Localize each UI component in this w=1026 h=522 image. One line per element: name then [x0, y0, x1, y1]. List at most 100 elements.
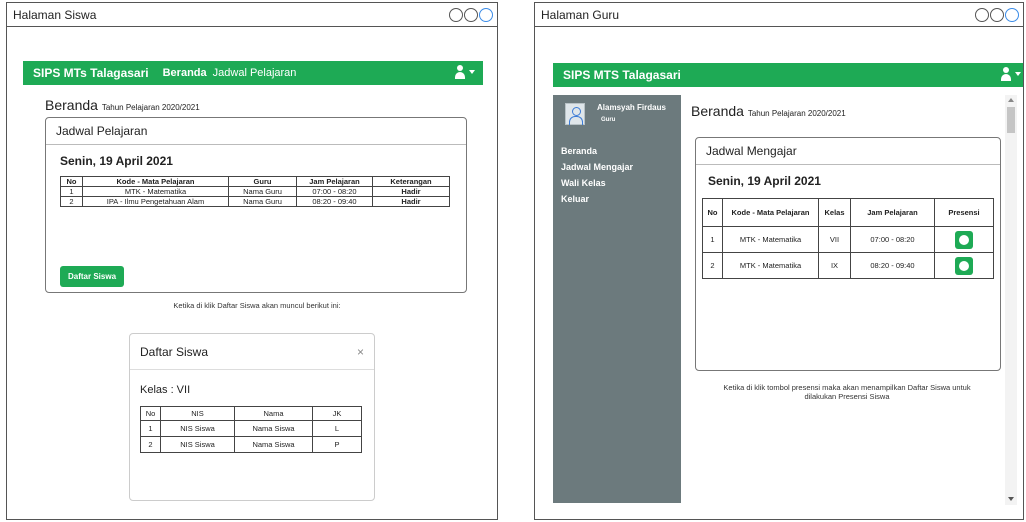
- page-title-text: Beranda: [691, 103, 744, 119]
- user-menu[interactable]: [454, 65, 475, 79]
- scrollbar[interactable]: [1005, 95, 1017, 505]
- nav-jadwal-pelajaran[interactable]: Jadwal Pelajaran: [213, 67, 297, 79]
- cell-jam: 07:00 - 08:20: [850, 226, 935, 253]
- cell-no: 2: [702, 252, 723, 279]
- page-subtitle: Tahun Pelajaran 2020/2021: [747, 109, 846, 118]
- card-title: Jadwal Pelajaran: [46, 118, 466, 145]
- guru-note: Ketika di klik tombol presensi maka akan…: [723, 383, 971, 401]
- cell-kelas: VII: [818, 226, 851, 253]
- daftar-siswa-button[interactable]: Daftar Siswa: [60, 266, 125, 287]
- avatar: [565, 103, 585, 125]
- scroll-thumb[interactable]: [1007, 107, 1015, 133]
- guru-titlebar: Halaman Guru: [535, 3, 1023, 27]
- cell-kode: MTK - Matematika: [722, 252, 819, 279]
- cell-no: 2: [140, 436, 161, 453]
- col-jam: Jam Pelajaran: [850, 198, 935, 227]
- cell-guru: Nama Guru: [228, 196, 297, 207]
- table-row: 2 IPA - Ilmu Pengetahuan Alam Nama Guru …: [60, 196, 450, 207]
- table-row: 1 MTK - Matematika VII 07:00 - 08:20: [702, 226, 994, 253]
- col-kode: Kode - Mata Pelajaran: [82, 176, 229, 187]
- col-jam: Jam Pelajaran: [296, 176, 373, 187]
- window-controls[interactable]: [974, 7, 1019, 22]
- brand[interactable]: SIPS MTs Talagasari: [33, 66, 149, 80]
- col-guru: Guru: [228, 176, 297, 187]
- sidebar: Alamsyah Firdaus Guru Beranda Jadwal Men…: [553, 95, 681, 503]
- siswa-window: Halaman Siswa SIPS MTs Talagasari Berand…: [6, 2, 498, 520]
- table-header-row: No NIS Nama JK: [140, 406, 362, 421]
- modal-header: Daftar Siswa ×: [130, 334, 374, 370]
- window-control-icon[interactable]: [975, 7, 989, 22]
- col-kelas: Kelas: [818, 198, 851, 227]
- sidebar-item-beranda[interactable]: Beranda: [561, 143, 633, 159]
- card-title: Jadwal Mengajar: [696, 138, 1000, 165]
- cell-no: 2: [60, 196, 83, 207]
- cell-nama: Nama Siswa: [234, 436, 313, 453]
- table-row: 1 MTK - Matematika Nama Guru 07:00 - 08:…: [60, 186, 450, 197]
- col-kode: Kode - Mata Pelajaran: [722, 198, 819, 227]
- cell-nis: NIS Siswa: [160, 420, 235, 437]
- guru-window: Halaman Guru SIPS MTS Talagasari Alamsya…: [534, 2, 1024, 520]
- nav-beranda[interactable]: Beranda: [163, 67, 207, 79]
- cell-jam: 08:20 - 09:40: [850, 252, 935, 279]
- cell-presensi: [934, 252, 994, 279]
- cell-presensi: [934, 226, 994, 253]
- table-header-row: No Kode - Mata Pelajaran Kelas Jam Pelaj…: [702, 198, 994, 227]
- user-menu[interactable]: [1000, 67, 1021, 81]
- sidebar-item-keluar[interactable]: Keluar: [561, 191, 633, 207]
- window-control-icon[interactable]: [479, 7, 493, 22]
- col-no: No: [60, 176, 83, 187]
- window-control-icon[interactable]: [990, 7, 1004, 22]
- window-control-icon[interactable]: [449, 7, 463, 22]
- table-row: 2 NIS Siswa Nama Siswa P: [140, 436, 362, 453]
- col-no: No: [702, 198, 723, 227]
- caret-down-icon: [469, 70, 475, 74]
- siswa-navbar: SIPS MTs Talagasari Beranda Jadwal Pelaj…: [23, 61, 483, 85]
- date-label: Senin, 19 April 2021: [708, 174, 821, 188]
- table-header-row: No Kode - Mata Pelajaran Guru Jam Pelaja…: [60, 176, 450, 187]
- sidebar-menu: Beranda Jadwal Mengajar Wali Kelas Kelua…: [553, 143, 633, 207]
- window-controls[interactable]: [448, 7, 493, 22]
- user-role: Guru: [601, 117, 616, 123]
- user-icon: [1000, 67, 1012, 81]
- user-name: Alamsyah Firdaus: [597, 103, 666, 112]
- caret-down-icon: [1015, 72, 1021, 76]
- cell-no: 1: [702, 226, 723, 253]
- col-jk: JK: [312, 406, 362, 421]
- cell-jk: P: [312, 436, 362, 453]
- date-label: Senin, 19 April 2021: [60, 154, 173, 168]
- cell-kode: MTK - Matematika: [722, 226, 819, 253]
- close-icon[interactable]: ×: [357, 345, 364, 359]
- siswa-titlebar: Halaman Siswa: [7, 3, 497, 27]
- scroll-down-icon[interactable]: [1008, 497, 1014, 501]
- sidebar-item-jadwal-mengajar[interactable]: Jadwal Mengajar: [561, 159, 633, 175]
- guru-navbar: SIPS MTS Talagasari: [553, 63, 1023, 87]
- siswa-note: Ketika di klik Daftar Siswa akan muncul …: [173, 301, 341, 310]
- circle-button-icon[interactable]: [955, 230, 973, 249]
- window-control-icon[interactable]: [1005, 7, 1019, 22]
- jadwal-mengajar-card: Jadwal Mengajar Senin, 19 April 2021 No …: [695, 137, 1001, 371]
- scroll-up-icon[interactable]: [1008, 98, 1014, 102]
- circle-button-icon[interactable]: [955, 256, 973, 275]
- cell-jam: 07:00 - 08:20: [296, 186, 373, 197]
- window-control-icon[interactable]: [464, 7, 478, 22]
- table-row: 2 MTK - Matematika IX 08:20 - 09:40: [702, 252, 994, 279]
- jadwal-table: No Kode - Mata Pelajaran Guru Jam Pelaja…: [60, 176, 450, 207]
- col-presensi: Presensi: [934, 198, 994, 227]
- cell-nis: NIS Siswa: [160, 436, 235, 453]
- cell-guru: Nama Guru: [228, 186, 297, 197]
- col-keterangan: Keterangan: [372, 176, 450, 187]
- col-nis: NIS: [160, 406, 235, 421]
- modal-title: Daftar Siswa: [140, 344, 209, 359]
- brand[interactable]: SIPS MTS Talagasari: [563, 68, 681, 82]
- cell-jk: L: [312, 420, 362, 437]
- cell-nama: Nama Siswa: [234, 420, 313, 437]
- sidebar-item-wali-kelas[interactable]: Wali Kelas: [561, 175, 633, 191]
- page-title: Beranda Tahun Pelajaran 2020/2021: [691, 103, 846, 119]
- cell-keterangan: Hadir: [372, 196, 450, 207]
- window-title: Halaman Guru: [541, 7, 620, 22]
- table-row: 1 NIS Siswa Nama Siswa L: [140, 420, 362, 437]
- cell-kode: IPA - Ilmu Pengetahuan Alam: [82, 196, 229, 207]
- kelas-label: Kelas : VII: [140, 384, 191, 396]
- page-title-text: Beranda: [45, 97, 98, 113]
- cell-no: 1: [140, 420, 161, 437]
